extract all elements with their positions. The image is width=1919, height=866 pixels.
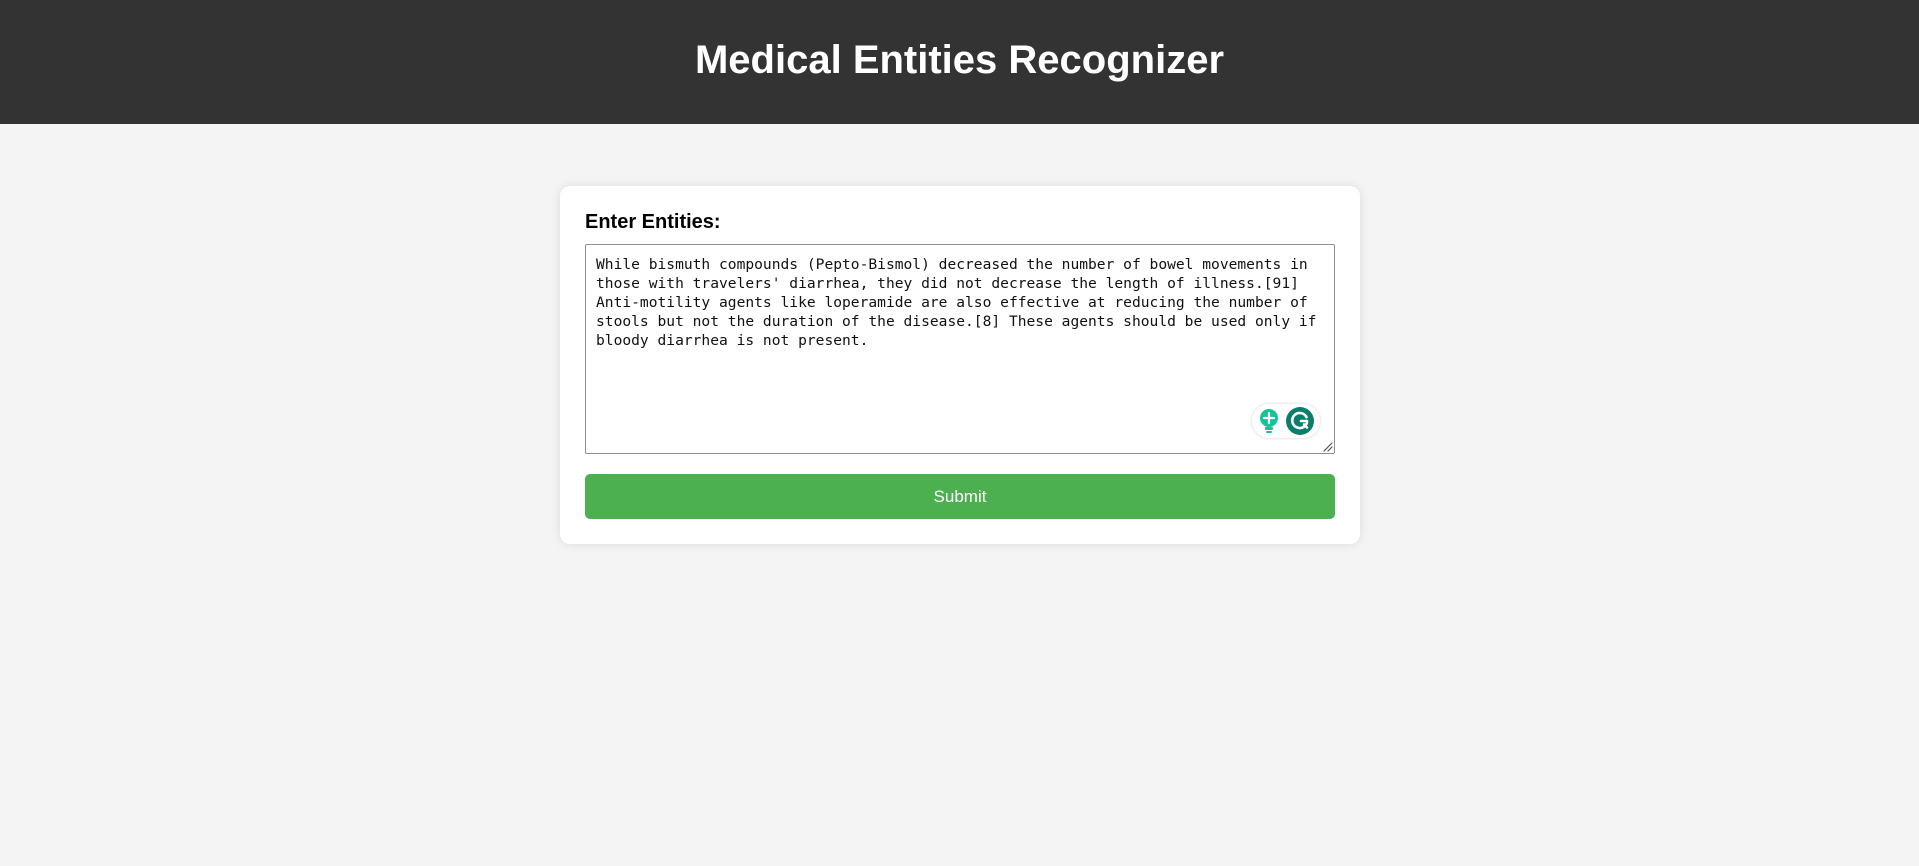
entities-textarea[interactable]: While bismuth compounds (Pepto-Bismol) d…: [586, 245, 1334, 453]
grammarly-icon[interactable]: [1286, 407, 1314, 435]
resize-handle-icon[interactable]: [1322, 441, 1333, 452]
submit-button[interactable]: Submit: [585, 474, 1335, 519]
grammarly-widget[interactable]: [1252, 404, 1320, 438]
page-title: Medical Entities Recognizer: [694, 37, 1225, 82]
lightbulb-icon[interactable]: [1258, 408, 1280, 434]
page-header: Medical Entities Recognizer: [0, 0, 1919, 124]
entities-label: Enter Entities:: [585, 211, 721, 233]
entity-form-card: Enter Entities: While bismuth compounds …: [560, 186, 1360, 544]
entities-textarea-wrapper: While bismuth compounds (Pepto-Bismol) d…: [585, 244, 1335, 454]
